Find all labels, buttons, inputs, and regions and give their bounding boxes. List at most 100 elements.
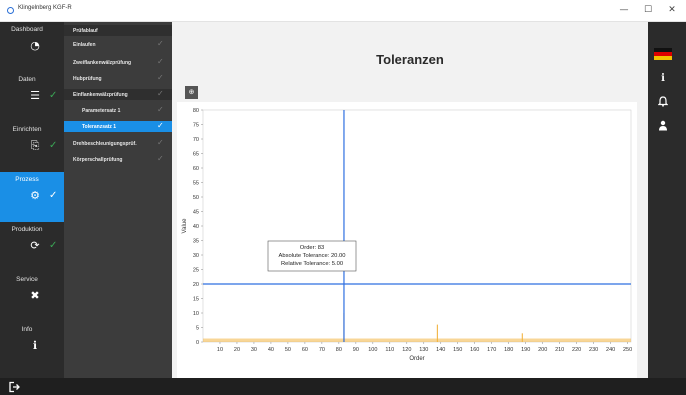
subnav-item-koerperschall[interactable]: Körperschallprüfung ✓ xyxy=(64,154,172,165)
info-icon[interactable]: i xyxy=(654,72,672,86)
x-tick-label: 220 xyxy=(572,347,581,353)
process-subnavigation: Prüfablauf Einlaufen ✓ Zweiflankenwälzpr… xyxy=(64,22,172,378)
gauge-icon: ◔ xyxy=(30,39,40,52)
tooltip-absolute-tolerance: Absolute Tolerance: 20.00 xyxy=(279,253,346,259)
check-icon: ✓ xyxy=(49,190,58,201)
subnav-item-hubpruefung[interactable]: Hubprüfung ✓ xyxy=(64,73,172,84)
logout-icon[interactable] xyxy=(8,381,20,393)
x-tick-label: 200 xyxy=(538,347,547,353)
y-tick-label: 80 xyxy=(193,108,199,114)
x-tick-label: 210 xyxy=(555,347,564,353)
subnav-item-label: Prüfablauf xyxy=(73,28,98,34)
check-icon: ✓ xyxy=(157,89,164,98)
subnav-item-label: Einlaufen xyxy=(73,42,96,48)
language-flag-icon[interactable] xyxy=(654,48,672,60)
y-tick-label: 40 xyxy=(193,224,199,230)
nav-item-label: Prozess xyxy=(15,176,39,183)
nav-item-label: Daten xyxy=(18,76,36,83)
subnav-item-parametersatz[interactable]: Parametersatz 1 ✓ xyxy=(64,105,172,116)
nav-item-label: Info xyxy=(21,326,33,333)
check-icon: ✓ xyxy=(157,121,164,130)
y-tick-label: 20 xyxy=(193,282,199,288)
nav-item-service[interactable]: Service ✖ xyxy=(0,272,64,322)
x-tick-label: 10 xyxy=(217,347,223,353)
subnav-item-label: Hubprüfung xyxy=(73,76,102,82)
tolerance-chart-panel[interactable]: 0 5 10 15 20 25 30 35 40 45 50 55 60 65 70 75 80 10 20 30 4… xyxy=(177,102,637,378)
check-icon: ✓ xyxy=(157,57,164,66)
nav-item-daten[interactable]: Daten ☰ ✓ xyxy=(0,72,64,122)
x-tick-label: 130 xyxy=(419,347,428,353)
x-tick-label: 20 xyxy=(234,347,240,353)
x-tick-label: 50 xyxy=(285,347,291,353)
bell-icon[interactable] xyxy=(654,96,672,110)
nav-item-produktion[interactable]: Produktion ⟳ ✓ xyxy=(0,222,64,272)
x-tick-label: 240 xyxy=(606,347,615,353)
tolerance-chart[interactable]: 0 5 10 15 20 25 30 35 40 45 50 55 60 65 70 75 80 10 20 30 4… xyxy=(177,102,637,378)
app-logo-icon xyxy=(7,7,14,14)
nav-item-label: Einrichten xyxy=(12,126,42,133)
x-tick-label: 70 xyxy=(319,347,325,353)
y-tick-label: 55 xyxy=(193,181,199,187)
nav-item-einrichten[interactable]: Einrichten ⎘ ✓ xyxy=(0,122,64,172)
x-tick-label: 150 xyxy=(453,347,462,353)
data-list-icon: ☰ xyxy=(30,89,40,102)
subnav-item-einflanken[interactable]: Einflankenwälzprüfung ✓ xyxy=(64,89,172,100)
user-icon[interactable] xyxy=(654,120,672,134)
close-button[interactable]: ✕ xyxy=(664,3,680,17)
title-bar: Klingelnberg KGF-R — ☐ ✕ xyxy=(0,0,686,22)
y-tick-label: 75 xyxy=(193,123,199,129)
chart-tooltip: Order: 83 Absolute Tolerance: 20.00 Rela… xyxy=(267,240,357,272)
window-title: Klingelnberg KGF-R xyxy=(18,5,72,11)
y-tick-label: 5 xyxy=(196,326,199,332)
tools-icon: ✖ xyxy=(30,289,40,302)
check-icon: ✓ xyxy=(157,73,164,82)
x-tick-label: 120 xyxy=(402,347,411,353)
y-tick-label: 65 xyxy=(193,152,199,158)
check-icon: ✓ xyxy=(49,240,58,251)
x-tick-label: 160 xyxy=(470,347,479,353)
subnav-item-einlaufen[interactable]: Einlaufen ✓ xyxy=(64,39,172,50)
x-tick-label: 110 xyxy=(385,347,394,353)
zoom-icon[interactable]: ⊕ xyxy=(185,86,198,99)
subnav-item-drehbeschleunigung[interactable]: Drehbeschleunigungsprüf. ✓ xyxy=(64,138,172,149)
maximize-button[interactable]: ☐ xyxy=(640,3,656,17)
x-tick-label: 90 xyxy=(353,347,359,353)
subnav-item-toleranzsatz[interactable]: Toleranzsatz 1 ✓ xyxy=(64,121,172,132)
nav-item-prozess[interactable]: Prozess ⚙ ✓ xyxy=(0,172,64,222)
x-axis-label: Order xyxy=(409,356,424,362)
x-tick-label: 180 xyxy=(504,347,513,353)
nav-item-label: Service xyxy=(16,276,38,283)
x-tick-label: 140 xyxy=(436,347,445,353)
check-icon: ✓ xyxy=(157,154,164,163)
x-tick-label: 100 xyxy=(368,347,377,353)
check-icon: ✓ xyxy=(157,105,164,114)
nav-item-dashboard[interactable]: Dashboard ◔ xyxy=(0,22,64,72)
subnav-item-pruefablauf[interactable]: Prüfablauf xyxy=(64,25,172,36)
y-tick-label: 15 xyxy=(193,297,199,303)
nav-item-label: Produktion xyxy=(11,226,43,233)
y-tick-label: 0 xyxy=(196,340,199,346)
plot-area xyxy=(202,109,632,343)
y-tick-label: 45 xyxy=(193,210,199,216)
check-icon: ✓ xyxy=(157,39,164,48)
check-icon: ✓ xyxy=(49,90,58,101)
nav-item-info[interactable]: Info ℹ xyxy=(0,322,64,372)
cycle-icon: ⟳ xyxy=(30,239,40,252)
x-tick-label: 190 xyxy=(521,347,530,353)
nav-item-label: Dashboard xyxy=(11,26,43,33)
minimize-button[interactable]: — xyxy=(616,3,632,17)
subnav-item-label: Zweiflankenwälzprüfung xyxy=(73,60,132,66)
page-title: Toleranzen xyxy=(376,52,444,67)
check-icon: ✓ xyxy=(49,140,58,151)
x-tick-label: 40 xyxy=(268,347,274,353)
y-axis-label: Value xyxy=(182,218,188,234)
main-navigation: Dashboard ◔ Daten ☰ ✓ Einrichten ⎘ ✓ Pro… xyxy=(0,22,64,378)
setup-icon: ⎘ xyxy=(30,139,40,152)
y-tick-label: 50 xyxy=(193,195,199,201)
subnav-item-label: Körperschallprüfung xyxy=(73,157,123,163)
subnav-item-zweiflanken[interactable]: Zweiflankenwälzprüfung ✓ xyxy=(64,57,172,68)
x-tick-label: 170 xyxy=(487,347,496,353)
info-icon: ℹ xyxy=(32,339,38,352)
subnav-item-label: Toleranzsatz 1 xyxy=(82,124,117,130)
check-icon: ✓ xyxy=(157,138,164,147)
